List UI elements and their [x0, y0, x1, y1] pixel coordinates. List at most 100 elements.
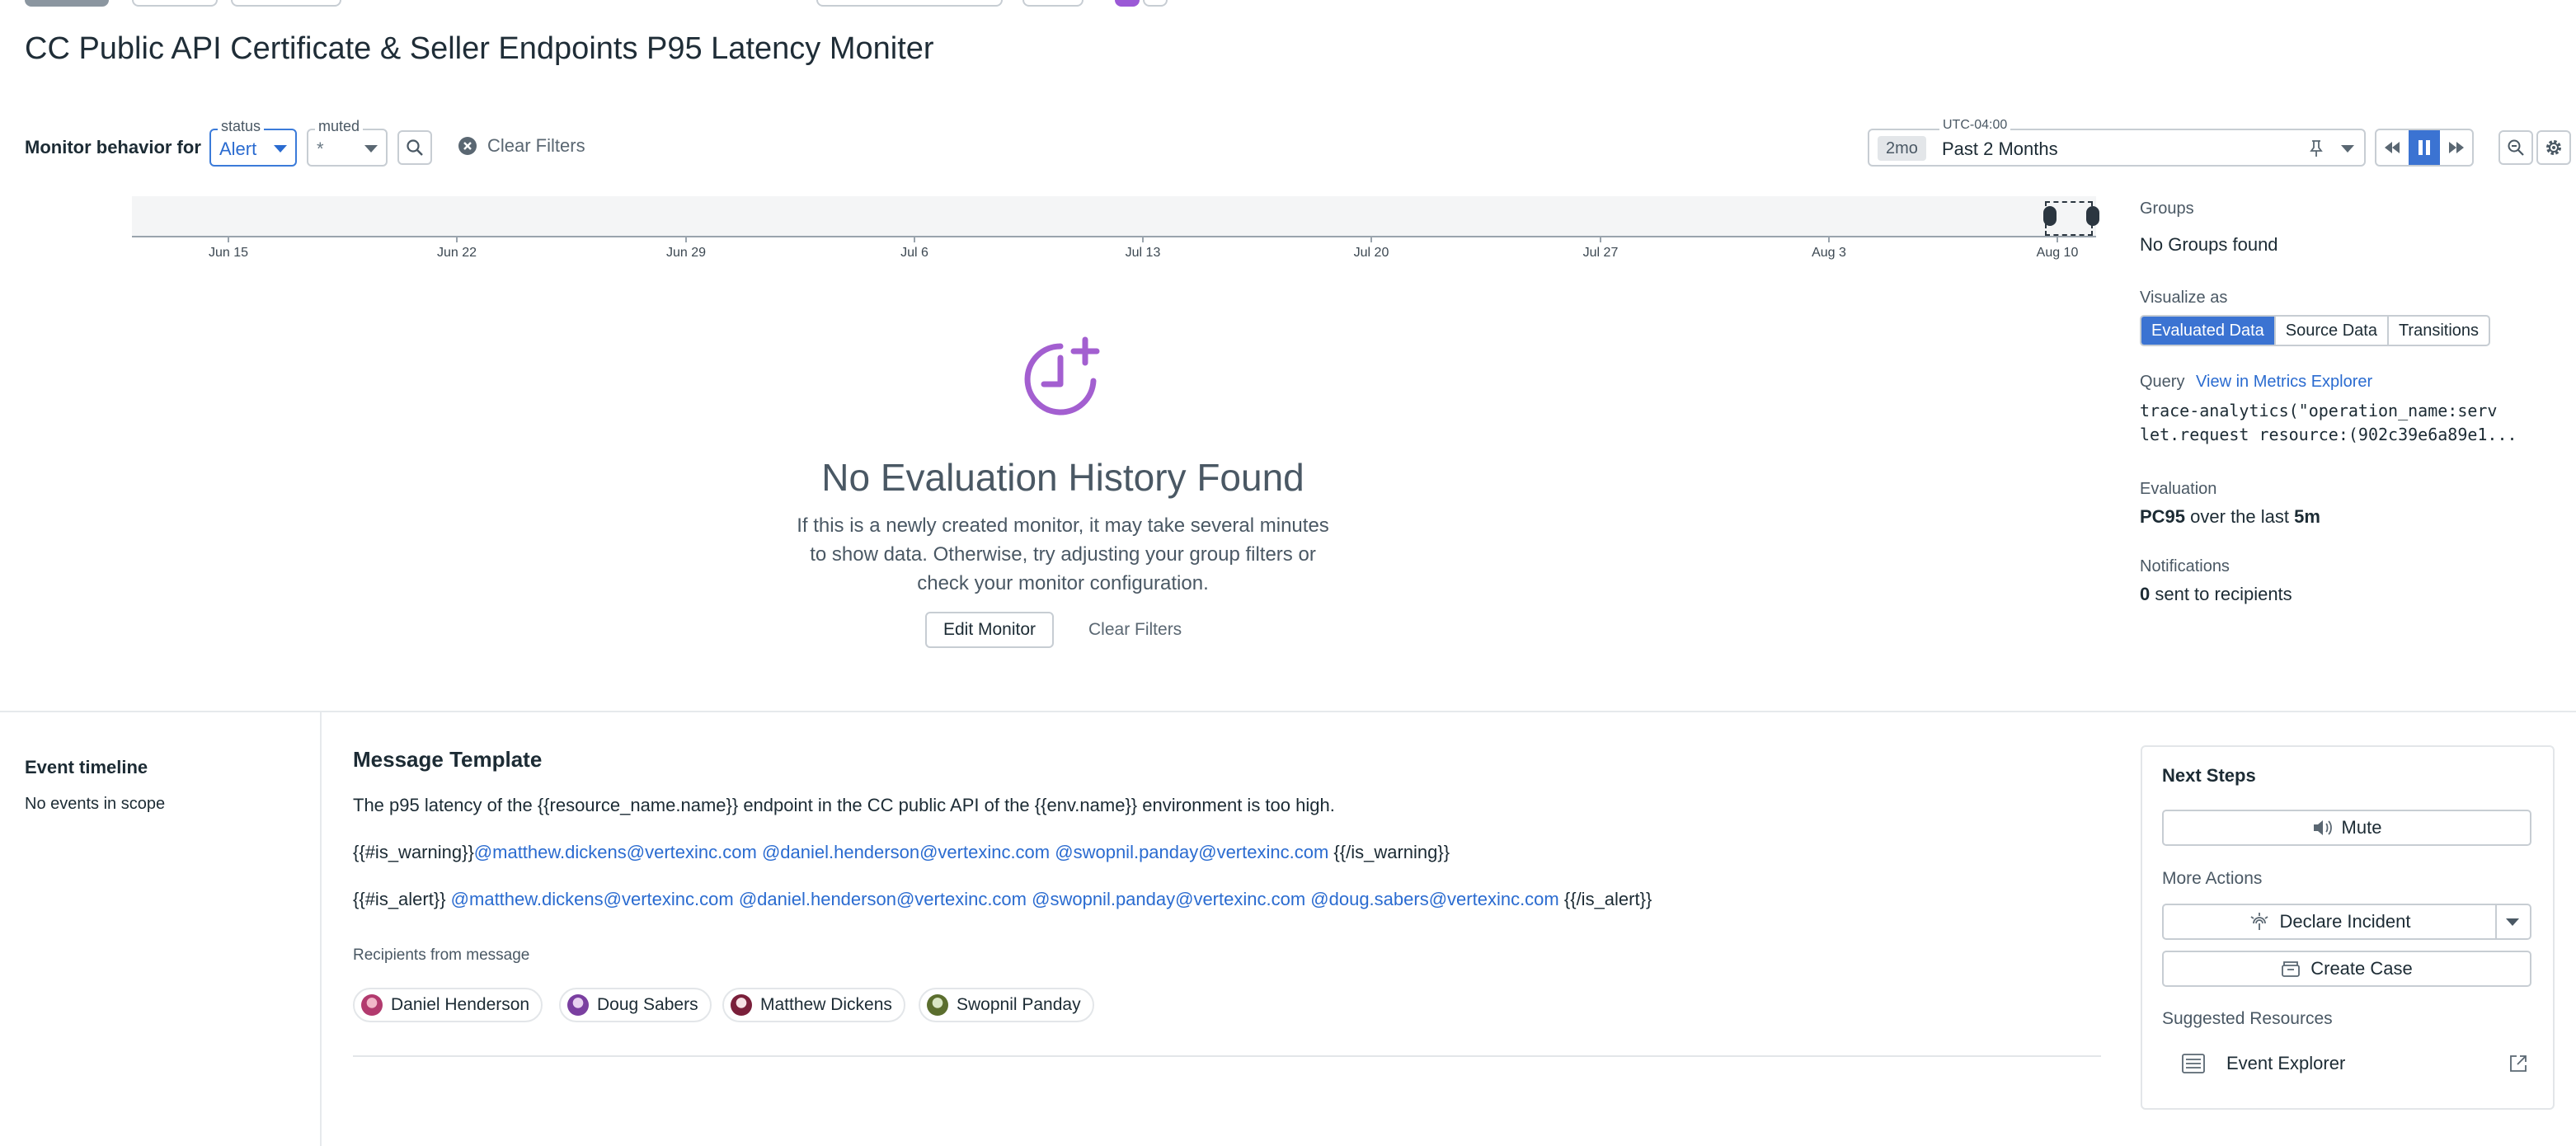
warning-open-tag: {{#is_warning}}	[353, 842, 474, 862]
zoom-out-icon	[2508, 139, 2524, 156]
brush-right-handle[interactable]	[2086, 206, 2099, 226]
evaluation-value: PC95 over the last 5m	[2140, 506, 2320, 528]
timeline-tick-label: Aug 10	[2036, 246, 2079, 260]
status-legend: status	[218, 118, 265, 135]
visualize-transitions[interactable]: Transitions	[2389, 317, 2489, 345]
create-case-label: Create Case	[2310, 958, 2413, 979]
mention-link[interactable]: @swopnil.panday@vertexinc.com	[1055, 842, 1328, 862]
alert-open-tag: {{#is_alert}}	[353, 889, 446, 909]
status-select[interactable]: status Alert	[209, 118, 297, 167]
timeline-tick-label: Jul 13	[1125, 246, 1161, 260]
timeline-tick-mark	[914, 237, 915, 242]
timeline-tick-mark	[1600, 237, 1601, 242]
visualize-label: Visualize as	[2140, 289, 2228, 307]
mention-link[interactable]: @matthew.dickens@vertexinc.com	[474, 842, 757, 862]
visualize-source-data[interactable]: Source Data	[2276, 317, 2389, 345]
timeline-tick-mark	[2057, 237, 2058, 242]
fast-forward-icon	[2448, 142, 2464, 153]
toolbar-button[interactable]	[132, 0, 218, 7]
toolbar-button[interactable]	[25, 0, 109, 7]
timeline-tick-mark	[1142, 237, 1144, 242]
timeline-tick-label: Jun 22	[436, 246, 477, 260]
mention-link[interactable]: @doug.sabers@vertexinc.com	[1310, 889, 1558, 909]
external-link-icon	[2510, 1055, 2527, 1072]
recipient-chip[interactable]: Daniel Henderson	[353, 988, 543, 1022]
timeline-tick-label: Jul 27	[1582, 246, 1619, 260]
message-line: The p95 latency of the {{resource_name.n…	[353, 795, 1335, 815]
suggested-resources-label: Suggested Resources	[2162, 1009, 2333, 1028]
event-timeline-title: Event timeline	[25, 757, 148, 777]
filter-bar: Monitor behavior for status Alert muted …	[25, 118, 2571, 173]
recipient-chip[interactable]: Swopnil Panday	[919, 988, 1094, 1022]
top-toolbar	[0, 0, 2576, 10]
groups-value: No Groups found	[2140, 234, 2278, 255]
evaluation-timeline[interactable]	[132, 196, 2096, 237]
timeline-tick-mark	[456, 237, 458, 242]
recipient-name: Swopnil Panday	[957, 995, 1081, 1014]
groups-label: Groups	[2140, 200, 2194, 218]
toolbar-button[interactable]	[1115, 0, 1140, 7]
event-timeline-empty: No events in scope	[25, 795, 166, 813]
fast-forward-button[interactable]	[2440, 130, 2472, 165]
divider	[353, 1055, 2101, 1057]
speaker-icon	[2313, 820, 2332, 835]
pause-icon	[2419, 140, 2430, 155]
mention-link[interactable]: @swopnil.panday@vertexinc.com	[1032, 889, 1305, 909]
warning-close-tag: {{/is_warning}}	[1333, 842, 1450, 862]
timeline-tick-mark	[228, 237, 229, 242]
visualize-evaluated-data[interactable]: Evaluated Data	[2141, 317, 2276, 345]
rewind-button[interactable]	[2376, 130, 2409, 165]
settings-button[interactable]	[2536, 130, 2571, 165]
avatar	[927, 994, 948, 1016]
zoom-out-button[interactable]	[2498, 130, 2533, 165]
timezone-label: UTC-04:00	[1939, 118, 2011, 133]
notifications-label: Notifications	[2140, 557, 2230, 575]
search-button[interactable]	[397, 130, 432, 165]
alert-line: {{#is_alert}} @matthew.dickens@vertexinc…	[353, 889, 1652, 910]
message-template-title: Message Template	[353, 747, 543, 772]
playback-controls	[2375, 129, 2474, 167]
recipient-chip[interactable]: Matthew Dickens	[722, 988, 905, 1022]
pause-button[interactable]	[2408, 130, 2441, 165]
incident-icon	[2250, 913, 2268, 930]
timeline-tick-mark	[1828, 237, 1830, 242]
metrics-explorer-link[interactable]: View in Metrics Explorer	[2196, 373, 2372, 391]
recipient-name: Matthew Dickens	[760, 995, 892, 1014]
mute-button[interactable]: Mute	[2162, 810, 2531, 846]
clear-filters-link[interactable]: Clear Filters	[1088, 620, 1182, 640]
edit-monitor-button[interactable]: Edit Monitor	[925, 612, 1054, 648]
muted-select[interactable]: muted *	[307, 118, 388, 167]
declare-incident-button[interactable]: Declare Incident	[2162, 904, 2497, 940]
timeline-tick-label: Jul 20	[1353, 246, 1389, 260]
timeline-tick-label: Jun 29	[665, 246, 707, 260]
column-divider	[320, 712, 322, 1146]
avatar	[361, 994, 383, 1016]
toolbar-button[interactable]	[1022, 0, 1084, 7]
toolbar-button[interactable]	[1143, 0, 1168, 7]
clear-filters-button[interactable]: Clear Filters	[458, 135, 585, 157]
timeline-tick-label: Aug 3	[1812, 246, 1846, 260]
notifications-count: 0	[2140, 584, 2151, 604]
gear-icon	[2546, 140, 2561, 155]
declare-incident-menu[interactable]	[2495, 904, 2531, 940]
declare-incident-label: Declare Incident	[2279, 911, 2411, 932]
toolbar-button[interactable]	[231, 0, 341, 7]
mention-link[interactable]: @matthew.dickens@vertexinc.com	[451, 889, 734, 909]
page-title: CC Public API Certificate & Seller Endpo…	[25, 31, 934, 66]
visualize-toggle: Evaluated Data Source Data Transitions	[2140, 315, 2491, 346]
evaluation-window: 5m	[2294, 506, 2320, 527]
time-range-badge: 2mo	[1878, 136, 1926, 161]
recipient-name: Daniel Henderson	[391, 995, 530, 1014]
toolbar-button[interactable]	[816, 0, 1003, 7]
pin-icon[interactable]	[2308, 139, 2325, 158]
create-case-button[interactable]: Create Case	[2162, 951, 2531, 987]
event-explorer-link[interactable]: Event Explorer	[2182, 1049, 2528, 1078]
recipient-chip[interactable]: Doug Sabers	[559, 988, 712, 1022]
recipient-name: Doug Sabers	[597, 995, 698, 1014]
next-steps-title: Next Steps	[2162, 765, 2256, 786]
time-range-picker[interactable]: 2mo Past 2 Months	[1868, 129, 2366, 167]
mention-link[interactable]: @daniel.henderson@vertexinc.com	[762, 842, 1050, 862]
mention-link[interactable]: @daniel.henderson@vertexinc.com	[739, 889, 1027, 909]
mute-label: Mute	[2341, 817, 2382, 838]
rewind-icon	[2385, 142, 2400, 153]
